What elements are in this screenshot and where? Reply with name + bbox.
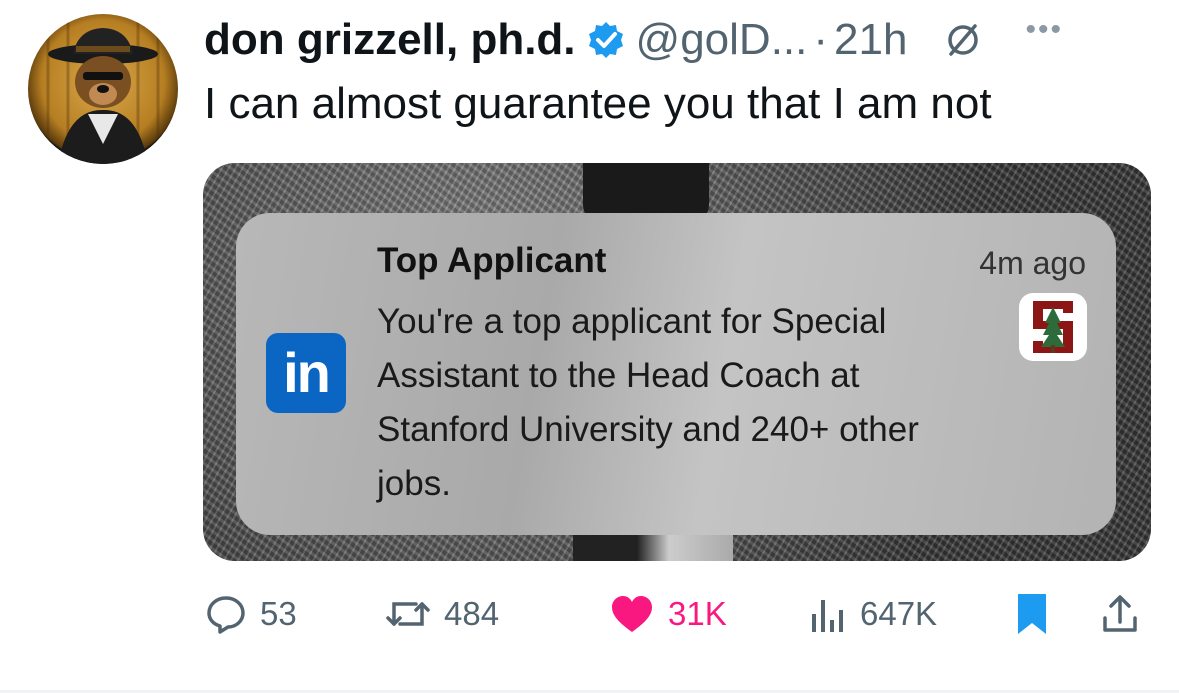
bear-avatar-icon (46, 19, 160, 164)
share-button[interactable] (1100, 584, 1152, 644)
author-display-name[interactable]: don grizzell, ph.d. (204, 10, 576, 70)
heart-icon (612, 596, 652, 632)
tweet-text: I can almost guarantee you that I am not (204, 79, 992, 128)
views-button[interactable]: 647K (808, 584, 937, 644)
repost-count: 484 (444, 595, 500, 632)
author-handle[interactable]: @golD... (636, 10, 808, 70)
linkedin-icon: in (266, 333, 346, 413)
more-options-icon[interactable]: ••• (1025, 0, 1063, 60)
reply-button[interactable]: 53 (204, 584, 297, 644)
reply-count: 53 (260, 595, 297, 632)
reply-icon (207, 596, 245, 634)
verified-badge-icon[interactable] (586, 20, 626, 60)
notification-title: Top Applicant (377, 241, 607, 280)
like-button[interactable]: 31K (608, 584, 727, 644)
notification-card: in Top Applicant 4m ago You're a top app… (236, 213, 1116, 535)
separator-dot: · (813, 15, 829, 64)
analytics-icon (812, 600, 843, 632)
repost-button[interactable]: 484 (384, 584, 499, 644)
tweet-action-bar: 53 484 31K 647K (204, 584, 1144, 644)
tweet-time[interactable]: 21h (834, 10, 907, 70)
stanford-logo-icon (1019, 293, 1087, 361)
grok-icon[interactable] (945, 22, 981, 58)
bookmark-icon (1018, 594, 1046, 634)
repost-icon (386, 602, 430, 626)
tweet-media-image[interactable]: in Top Applicant 4m ago You're a top app… (203, 163, 1151, 561)
avatar[interactable] (28, 14, 178, 164)
like-count: 31K (668, 595, 727, 632)
notification-time: 4m ago (979, 245, 1086, 281)
bookmark-button[interactable] (1010, 584, 1066, 644)
tweet-header: don grizzell, ph.d. @golD... · 21h ••• (204, 10, 1063, 70)
view-count: 647K (860, 595, 938, 632)
share-icon (1103, 595, 1137, 632)
notification-body: You're a top applicant for Special Assis… (377, 302, 919, 503)
